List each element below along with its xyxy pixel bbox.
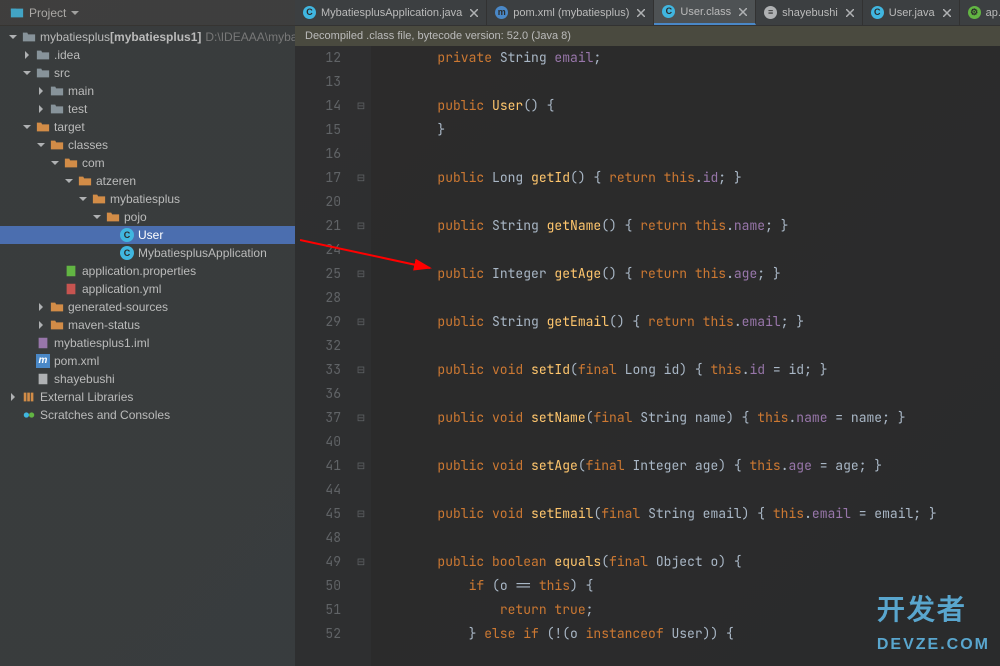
code-content[interactable]: private String email; public User() { } …	[371, 46, 1000, 666]
tab-user-java[interactable]: CUser.java	[863, 0, 960, 25]
fold-gutter[interactable]: ⊟⊟⊟⊟⊟⊟⊟⊟⊟⊟	[351, 46, 371, 666]
tree-node-test[interactable]: test	[0, 100, 295, 118]
editor-tabs: CMybatiesplusApplication.javampom.xml (m…	[295, 0, 1000, 26]
tree-node-main[interactable]: main	[0, 82, 295, 100]
tree-node-application-yml[interactable]: application.yml	[0, 280, 295, 298]
chevron-down-icon	[71, 9, 79, 17]
watermark: 开发者DEVZE.COM	[877, 588, 990, 656]
tree-node-generated-sources[interactable]: generated-sources	[0, 298, 295, 316]
tab-shayebushi[interactable]: ≡shayebushi	[756, 0, 863, 25]
toolbar: Project CMybatiesplusApplication.javampo…	[0, 0, 1000, 26]
tree-node-maven-status[interactable]: maven-status	[0, 316, 295, 334]
project-label: Project	[29, 6, 66, 20]
tab-pom-xml-mybatiesplus-[interactable]: mpom.xml (mybatiesplus)	[487, 0, 654, 25]
tree-node-mybatiesplusapplication[interactable]: CMybatiesplusApplication	[0, 244, 295, 262]
tree-node-application-properties[interactable]: application.properties	[0, 262, 295, 280]
project-icon	[10, 6, 24, 20]
editor: Decompiled .class file, bytecode version…	[295, 26, 1000, 666]
tree-node-pom-xml[interactable]: mpom.xml	[0, 352, 295, 370]
tree-node-com[interactable]: com	[0, 154, 295, 172]
tree-node-src[interactable]: src	[0, 64, 295, 82]
tab-ap-[interactable]: ⚙ap...	[960, 0, 1000, 25]
tree-node-mybatiesplus[interactable]: mybatiesplus	[0, 190, 295, 208]
tree-node-shayebushi[interactable]: shayebushi	[0, 370, 295, 388]
line-gutter: 1213141516172021242528293233363740414445…	[295, 46, 351, 666]
tree-node-scratches-and-consoles[interactable]: Scratches and Consoles	[0, 406, 295, 424]
tree-node-mybatiesplus1-iml[interactable]: mybatiesplus1.iml	[0, 334, 295, 352]
tree-node-mybatiesplus[interactable]: mybatiesplus [mybatiesplus1]D:\IDEAAA\my…	[0, 28, 295, 46]
tab-user-class[interactable]: CUser.class	[654, 0, 756, 25]
decompiled-banner: Decompiled .class file, bytecode version…	[295, 26, 1000, 46]
tree-node-external-libraries[interactable]: External Libraries	[0, 388, 295, 406]
tree-node-target[interactable]: target	[0, 118, 295, 136]
tree-node--idea[interactable]: .idea	[0, 46, 295, 64]
project-tree[interactable]: mybatiesplus [mybatiesplus1]D:\IDEAAA\my…	[0, 26, 295, 666]
tree-node-pojo[interactable]: pojo	[0, 208, 295, 226]
project-dropdown[interactable]: Project	[0, 0, 89, 25]
tab-mybatiesplusapplication-java[interactable]: CMybatiesplusApplication.java	[295, 0, 487, 25]
tree-node-user[interactable]: CUser	[0, 226, 295, 244]
tree-node-atzeren[interactable]: atzeren	[0, 172, 295, 190]
tree-node-classes[interactable]: classes	[0, 136, 295, 154]
